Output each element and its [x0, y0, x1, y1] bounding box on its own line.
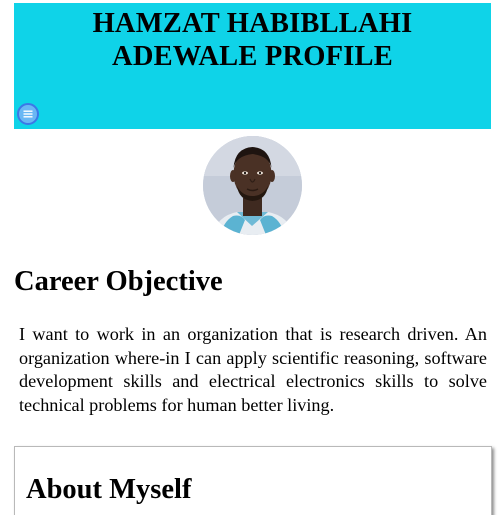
about-myself-card: About Myself: [14, 446, 492, 515]
profile-photo: [203, 136, 302, 235]
career-objective-heading: Career Objective: [14, 266, 223, 297]
hamburger-menu-icon: [23, 110, 33, 118]
page-title: HAMZAT HABIBLLAHI ADEWALE PROFILE: [14, 7, 491, 73]
profile-page: HAMZAT HABIBLLAHI ADEWALE PROFILE Career…: [0, 0, 503, 515]
career-objective-text: I want to work in an organization that i…: [19, 324, 487, 415]
profile-photo-image: [203, 136, 302, 235]
page-title-line-2: ADEWALE PROFILE: [112, 41, 393, 72]
about-myself-heading: About Myself: [26, 474, 192, 505]
menu-toggle-button[interactable]: [17, 103, 39, 125]
page-title-line-1: HAMZAT HABIBLLAHI: [92, 8, 413, 39]
page-header: HAMZAT HABIBLLAHI ADEWALE PROFILE: [14, 0, 491, 129]
